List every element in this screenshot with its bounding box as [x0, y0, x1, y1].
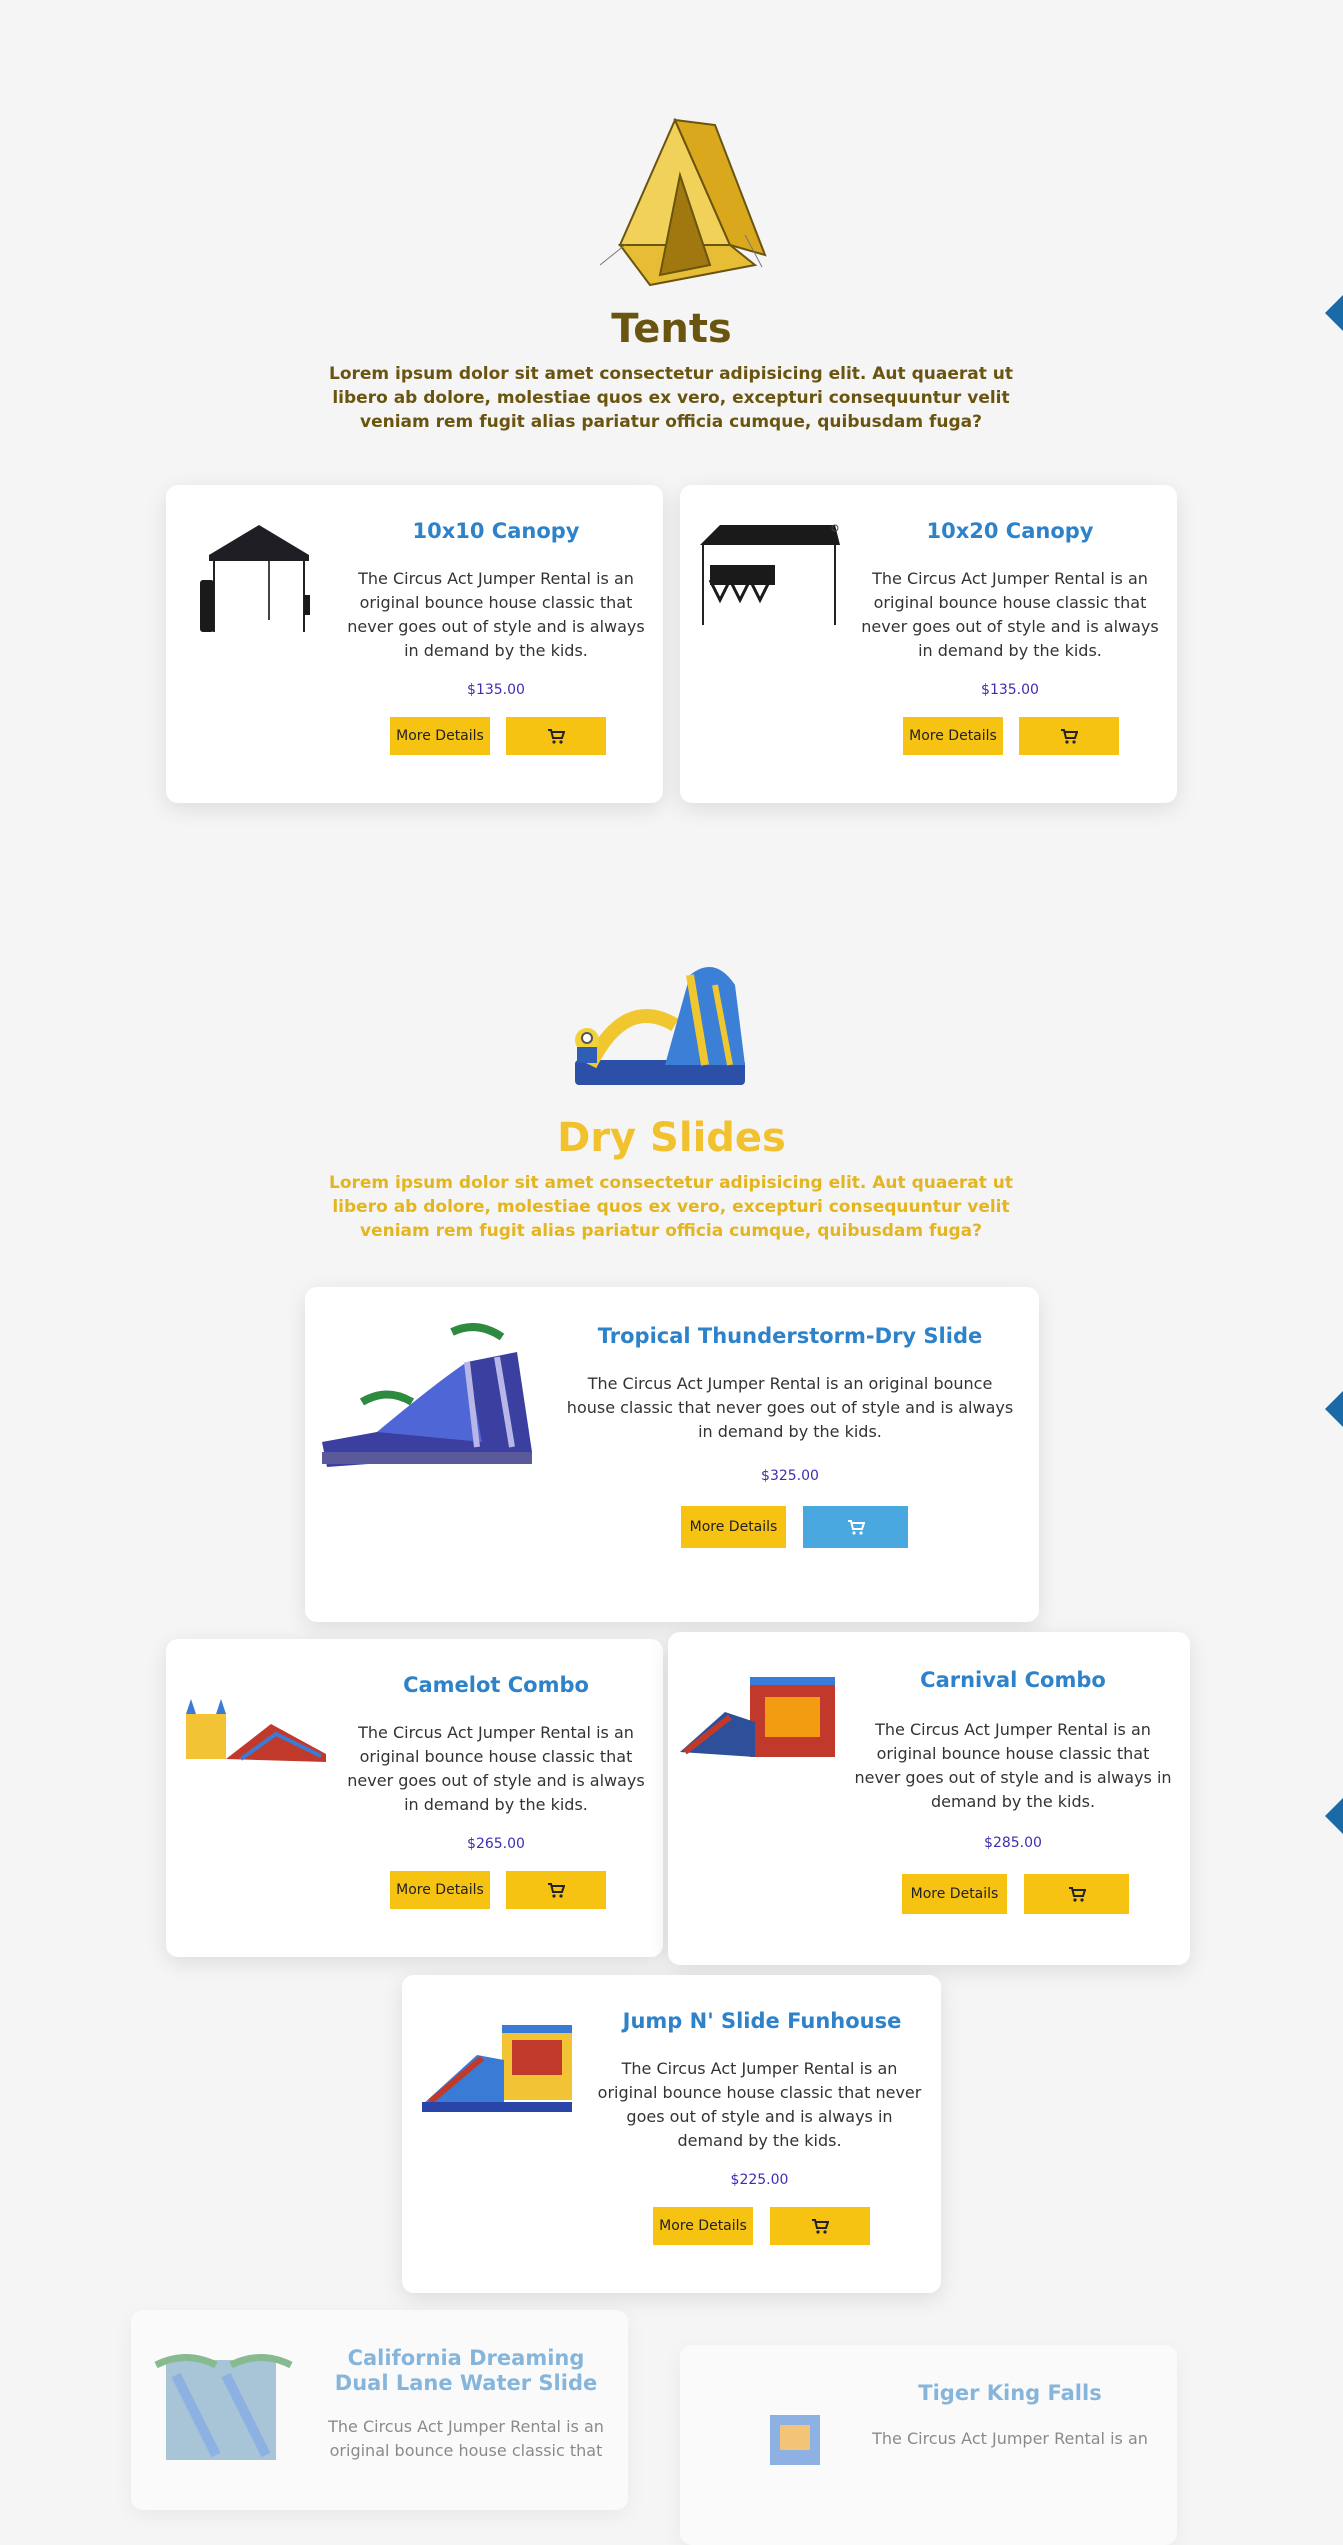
add-to-cart-button[interactable]	[770, 2207, 870, 2245]
more-details-button[interactable]: More Details	[390, 717, 490, 755]
product-card-camelot-combo: Camelot Combo The Circus Act Jumper Rent…	[166, 1639, 663, 1957]
tropical-slide-image	[322, 1323, 532, 1467]
product-price: $265.00	[467, 1836, 525, 1852]
product-card-tropical-thunderstorm: Tropical Thunderstorm-Dry Slide The Circ…	[305, 1287, 1039, 1622]
add-to-cart-button[interactable]	[506, 1871, 606, 1909]
product-description: The Circus Act Jumper Rental is an origi…	[347, 569, 645, 660]
more-details-button[interactable]: More Details	[390, 1871, 490, 1909]
product-title[interactable]: Camelot Combo	[346, 1673, 646, 1698]
product-price: $135.00	[981, 682, 1039, 698]
product-description: The Circus Act Jumper Rental is an origi…	[597, 2059, 922, 2150]
more-details-button[interactable]: More Details	[681, 1506, 786, 1548]
canopy-10x10-image	[200, 525, 310, 632]
more-details-button[interactable]: More Details	[653, 2207, 753, 2245]
more-details-button[interactable]: More Details	[903, 717, 1003, 755]
product-description: The Circus Act Jumper Rental is an origi…	[861, 569, 1159, 660]
product-title[interactable]: Carnival Combo	[853, 1668, 1173, 1693]
product-card-10x10-canopy: 10x10 Canopy The Circus Act Jumper Renta…	[166, 485, 663, 803]
product-price: $285.00	[984, 1835, 1042, 1851]
carousel-prev-arrow-icon[interactable]	[1325, 1391, 1343, 1427]
cart-icon	[548, 729, 565, 744]
product-card-carnival-combo: Carnival Combo The Circus Act Jumper Ren…	[668, 1632, 1190, 1965]
product-description: The Circus Act Jumper Rental is an origi…	[854, 1720, 1172, 1811]
cart-icon	[1061, 729, 1078, 744]
product-title[interactable]: Tiger King Falls	[860, 2381, 1160, 2406]
carnival-combo-image	[680, 1677, 835, 1757]
product-title[interactable]: Jump N' Slide Funhouse	[597, 2009, 927, 2034]
cart-icon	[548, 1883, 565, 1898]
product-description: The Circus Act Jumper Rental is an origi…	[566, 1374, 1014, 1441]
product-title[interactable]: 10x10 Canopy	[346, 519, 646, 544]
tents-description: Lorem ipsum dolor sit amet consectetur a…	[329, 364, 1013, 432]
product-card-10x20-canopy: 10x20 Canopy The Circus Act Jumper Renta…	[680, 485, 1177, 803]
add-to-cart-button[interactable]	[803, 1506, 908, 1548]
cart-icon	[812, 2219, 829, 2234]
camelot-combo-image	[186, 1699, 326, 1762]
product-description: The Circus Act Jumper Rental is an	[872, 2429, 1148, 2448]
add-to-cart-button[interactable]	[1019, 717, 1119, 755]
dry-slides-title: Dry Slides	[557, 1115, 786, 1161]
product-price: $325.00	[761, 1468, 819, 1484]
tents-section-icon	[580, 115, 770, 295]
product-title[interactable]: Tropical Thunderstorm-Dry Slide	[565, 1324, 1015, 1349]
dry-slides-description: Lorem ipsum dolor sit amet consectetur a…	[329, 1173, 1013, 1241]
tiger-king-image	[770, 2415, 820, 2465]
dry-slides-section-icon	[565, 955, 765, 1095]
slide-icon	[575, 967, 745, 1085]
carousel-prev-arrow-icon[interactable]	[1325, 295, 1343, 331]
product-card-tiger-king-falls: Tiger King Falls The Circus Act Jumper R…	[680, 2345, 1177, 2545]
funhouse-image	[422, 2025, 572, 2112]
cart-icon	[847, 1520, 865, 1535]
tents-title: Tents	[611, 306, 732, 352]
cart-icon	[1068, 1887, 1086, 1902]
product-description: The Circus Act Jumper Rental is an origi…	[328, 2417, 604, 2460]
product-price: $135.00	[467, 682, 525, 698]
product-description: The Circus Act Jumper Rental is an origi…	[347, 1723, 645, 1814]
add-to-cart-button[interactable]	[1024, 1874, 1129, 1914]
product-card-funhouse: Jump N' Slide Funhouse The Circus Act Ju…	[402, 1975, 941, 2293]
product-card-california-dreaming: California Dreaming Dual Lane Water Slid…	[131, 2310, 628, 2510]
product-price: $225.00	[730, 2172, 789, 2188]
product-title[interactable]: 10x20 Canopy	[860, 519, 1160, 544]
carousel-prev-arrow-icon[interactable]	[1325, 1798, 1343, 1834]
product-title[interactable]: California Dreaming Dual Lane Water Slid…	[321, 2346, 611, 2396]
add-to-cart-button[interactable]	[506, 717, 606, 755]
tent-icon	[599, 117, 767, 287]
canopy-10x20-image	[700, 524, 840, 625]
more-details-button[interactable]: More Details	[902, 1874, 1007, 1914]
california-slide-image	[154, 2354, 293, 2460]
